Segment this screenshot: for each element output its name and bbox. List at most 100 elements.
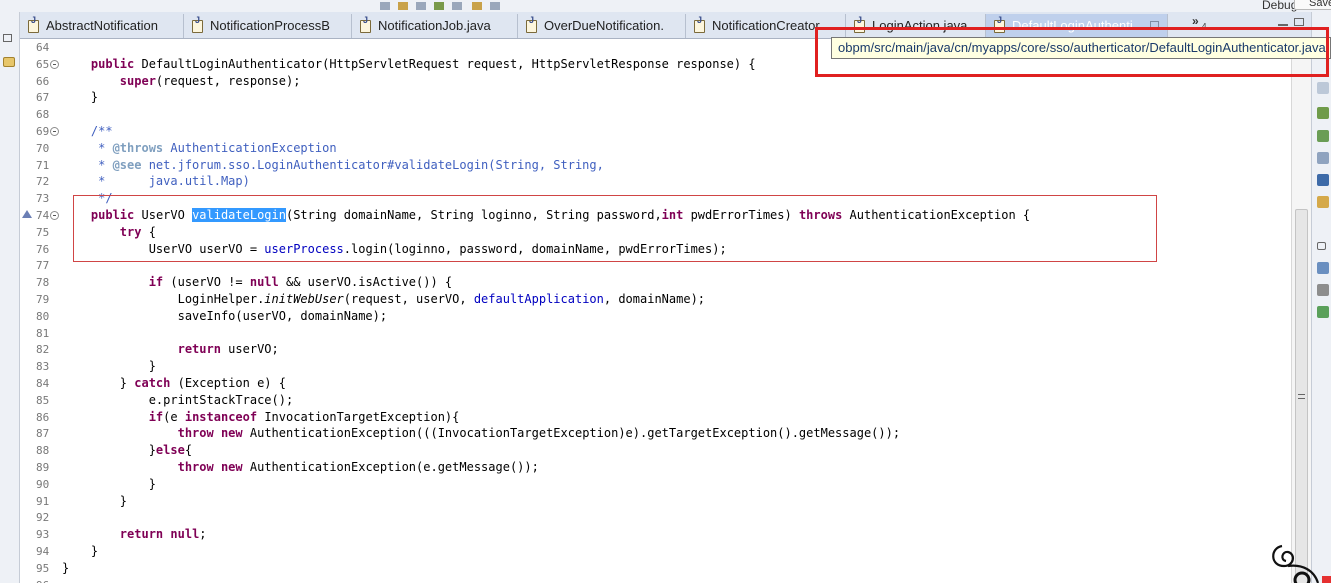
line-number: 92 bbox=[36, 511, 50, 525]
line-number: 68 bbox=[36, 108, 50, 122]
code-line[interactable]: 86 if(e instanceof InvocationTargetExcep… bbox=[20, 409, 1291, 426]
code-line[interactable]: 85 e.printStackTrace(); bbox=[20, 392, 1291, 409]
code-text: return userVO; bbox=[177, 342, 279, 357]
code-line[interactable]: 70 * @throws AuthenticationException bbox=[20, 140, 1291, 157]
debug-perspective-label[interactable]: Debug bbox=[1262, 0, 1297, 12]
code-line[interactable]: 91 } bbox=[20, 493, 1291, 510]
restore-icon[interactable] bbox=[3, 34, 12, 42]
code-line[interactable]: 89 throw new AuthenticationException(e.g… bbox=[20, 459, 1291, 476]
tab-abstract-notification[interactable]: AbstractNotification bbox=[20, 14, 184, 38]
search-icon[interactable] bbox=[1317, 196, 1329, 208]
code-line[interactable]: 87 throw new AuthenticationException(((I… bbox=[20, 425, 1291, 442]
code-line[interactable]: 67 } bbox=[20, 89, 1291, 106]
maximize-icon[interactable] bbox=[1294, 18, 1304, 26]
java-file-icon bbox=[28, 15, 39, 33]
line-number: 96 bbox=[36, 577, 66, 583]
code-text: * @see net.jforum.sso.LoginAuthenticator… bbox=[62, 157, 604, 172]
code-text: * @throws AuthenticationException bbox=[62, 140, 337, 155]
code-text: }else{ bbox=[62, 443, 193, 458]
code-line[interactable]: 69 /** bbox=[20, 123, 1291, 140]
tab-label: OverDueNotification. bbox=[544, 18, 664, 33]
code-text: super(request, response); bbox=[119, 73, 301, 88]
code-text: } bbox=[62, 476, 156, 491]
corner-ornament-icon bbox=[1272, 544, 1331, 583]
overview-ruler[interactable] bbox=[1291, 39, 1311, 583]
tab-overflow-chevron-icon[interactable]: » bbox=[1192, 14, 1199, 28]
toolbar-icon[interactable] bbox=[490, 2, 500, 10]
fold-toggle-icon[interactable] bbox=[50, 211, 59, 220]
code-line[interactable]: 72 * java.util.Map) bbox=[20, 173, 1291, 190]
toolbar-icon[interactable] bbox=[398, 2, 408, 10]
toolbar-icon[interactable] bbox=[472, 2, 482, 10]
annotation-highlight-tooltip bbox=[815, 27, 1329, 77]
code-line[interactable]: 79 LoginHelper.initWebUser(request, user… bbox=[20, 291, 1291, 308]
java-file-icon bbox=[360, 15, 371, 33]
toolbar-icon[interactable] bbox=[380, 2, 390, 10]
outline-icon[interactable] bbox=[1317, 82, 1329, 94]
java-file-icon bbox=[526, 15, 537, 33]
properties-icon[interactable] bbox=[1317, 284, 1329, 296]
toolbar-icon[interactable] bbox=[452, 2, 462, 10]
code-line[interactable]: 90 } bbox=[20, 476, 1291, 493]
code-line[interactable]: 84 } catch (Exception e) { bbox=[20, 375, 1291, 392]
console-icon[interactable] bbox=[1317, 174, 1329, 186]
tab-notification-process-b[interactable]: NotificationProcessB bbox=[184, 14, 352, 38]
servers-icon[interactable] bbox=[1317, 262, 1329, 274]
override-marker-icon[interactable] bbox=[22, 210, 32, 218]
package-explorer-icon[interactable] bbox=[3, 57, 15, 67]
code-text: return null; bbox=[119, 527, 207, 542]
code-line[interactable]: 94 } bbox=[20, 543, 1291, 560]
code-line[interactable]: 96 bbox=[20, 577, 1291, 583]
code-line[interactable]: 95} bbox=[20, 560, 1291, 577]
code-text: public DefaultLoginAuthenticator(HttpSer… bbox=[90, 56, 756, 71]
code-text: } bbox=[62, 90, 99, 105]
code-text: throw new AuthenticationException(((Invo… bbox=[177, 426, 901, 441]
code-line[interactable]: 71 * @see net.jforum.sso.LoginAuthentica… bbox=[20, 157, 1291, 174]
line-number: 77 bbox=[36, 259, 50, 273]
tab-overdue-notification[interactable]: OverDueNotification. bbox=[518, 14, 686, 38]
code-text: * java.util.Map) bbox=[62, 174, 250, 189]
scrollbar-grip-icon bbox=[1298, 394, 1305, 399]
toolbar-icon[interactable] bbox=[416, 2, 426, 10]
code-line[interactable]: 92 bbox=[20, 509, 1291, 526]
code-line[interactable]: 81 bbox=[20, 325, 1291, 342]
code-text: } bbox=[62, 560, 70, 575]
main-toolbar: Debug Save bbox=[0, 0, 1331, 12]
left-side-panel bbox=[0, 12, 20, 583]
line-number: 64 bbox=[36, 41, 50, 54]
code-line[interactable]: 93 return null; bbox=[20, 526, 1291, 543]
code-text: LoginHelper.initWebUser(request, userVO,… bbox=[62, 292, 706, 306]
problems-icon[interactable] bbox=[1317, 152, 1329, 164]
code-editor[interactable]: 64 65 public DefaultLoginAuthenticator(Ht… bbox=[20, 39, 1311, 583]
minimize-icon[interactable] bbox=[1278, 18, 1288, 26]
code-line[interactable]: 80 saveInfo(userVO, domainName); bbox=[20, 308, 1291, 325]
fold-toggle-icon[interactable] bbox=[50, 59, 59, 69]
tab-label: NotificationCreator bbox=[712, 18, 820, 33]
right-side-panel bbox=[1311, 12, 1331, 583]
code-text: } bbox=[62, 359, 156, 374]
fold-toggle-icon[interactable] bbox=[50, 127, 59, 136]
hierarchy-icon[interactable] bbox=[1317, 107, 1329, 119]
code-text: if(e instanceof InvocationTargetExceptio… bbox=[148, 409, 460, 424]
code-line[interactable]: 88 }else{ bbox=[20, 442, 1291, 459]
code-line[interactable]: 83 } bbox=[20, 358, 1291, 375]
tab-label: NotificationProcessB bbox=[210, 18, 330, 33]
annotation-highlight-method bbox=[73, 195, 1157, 262]
code-line[interactable]: 82 return userVO; bbox=[20, 341, 1291, 358]
tab-label: NotificationJob.java bbox=[378, 18, 491, 33]
save-button[interactable]: Save bbox=[1294, 0, 1331, 10]
code-text: if (userVO != null && userVO.isActive())… bbox=[148, 275, 453, 290]
code-text: throw new AuthenticationException(e.getM… bbox=[177, 460, 539, 474]
java-file-icon bbox=[192, 15, 203, 33]
code-line[interactable]: 78 if (userVO != null && userVO.isActive… bbox=[20, 274, 1291, 291]
code-text: } bbox=[62, 493, 128, 508]
toolbar-icon[interactable] bbox=[434, 2, 444, 10]
synchronize-icon[interactable] bbox=[1317, 306, 1329, 318]
code-line[interactable]: 68 bbox=[20, 106, 1291, 123]
task-list-icon[interactable] bbox=[1317, 130, 1329, 142]
java-file-icon bbox=[694, 15, 705, 33]
code-text: saveInfo(userVO, domainName); bbox=[62, 308, 388, 323]
restore-icon[interactable] bbox=[1317, 242, 1326, 250]
tab-notification-job[interactable]: NotificationJob.java bbox=[352, 14, 518, 38]
line-number: 81 bbox=[36, 326, 50, 340]
